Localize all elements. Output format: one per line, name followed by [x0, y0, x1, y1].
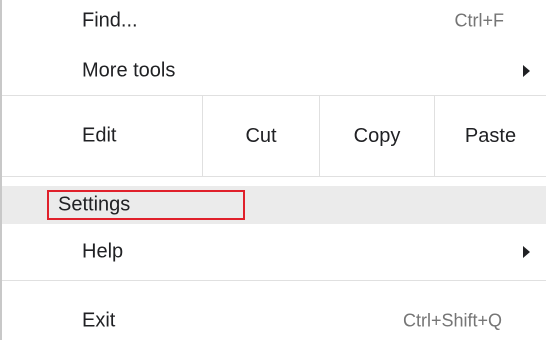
- menu-item-shortcut: Ctrl+Shift+Q: [402, 310, 502, 331]
- menu-item-label: Help: [82, 240, 124, 263]
- menu-item-shortcut: Ctrl+F: [454, 10, 505, 31]
- copy-button[interactable]: Copy: [319, 96, 434, 176]
- menu-item-edit: Edit Cut Copy Paste: [2, 96, 546, 176]
- paste-button[interactable]: Paste: [434, 96, 546, 176]
- chrome-menu: Find... Ctrl+F More tools Edit Cut Copy …: [2, 0, 546, 340]
- menu-separator: [2, 176, 546, 177]
- chevron-right-icon: [523, 65, 530, 77]
- menu-item-label: Settings: [58, 193, 131, 216]
- cut-button[interactable]: Cut: [202, 96, 319, 176]
- menu-item-find[interactable]: Find... Ctrl+F: [2, 2, 546, 40]
- menu-item-settings[interactable]: Settings: [2, 186, 546, 224]
- cut-button-label: Cut: [245, 124, 277, 147]
- copy-button-label: Copy: [353, 124, 401, 147]
- menu-item-exit[interactable]: Exit Ctrl+Shift+Q: [2, 302, 546, 340]
- menu-item-help[interactable]: Help: [2, 233, 546, 271]
- menu-item-label: Find...: [82, 9, 138, 32]
- menu-item-label: Exit: [82, 309, 116, 332]
- paste-button-label: Paste: [464, 124, 517, 147]
- menu-separator: [2, 280, 546, 281]
- menu-item-label: More tools: [82, 59, 176, 82]
- menu-item-more-tools[interactable]: More tools: [2, 52, 546, 90]
- menu-item-label: Edit: [82, 124, 117, 147]
- chevron-right-icon: [523, 246, 530, 258]
